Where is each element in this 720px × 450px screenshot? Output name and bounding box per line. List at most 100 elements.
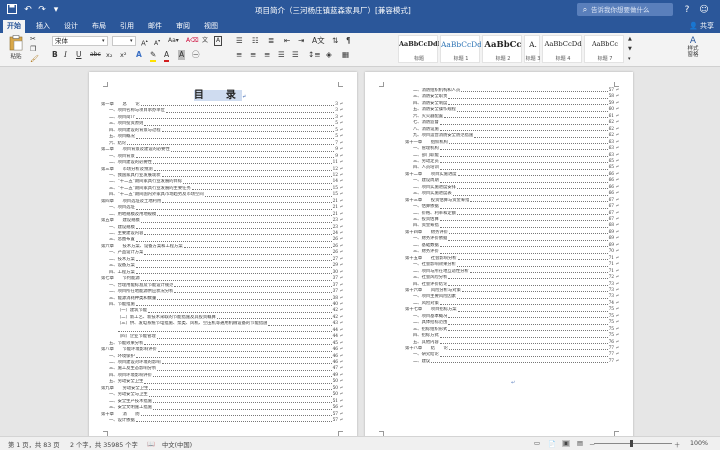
justify-icon[interactable]: ☰ bbox=[278, 50, 285, 60]
toc-entry[interactable]: 二、项目与所在地互适性分析 71 ↵ bbox=[413, 269, 619, 275]
toc-entry[interactable]: 第六章 技术方案、设备方案和工程方案 26 ↵ bbox=[101, 244, 343, 250]
style-heading-2[interactable]: AaBbCc 标题 2 bbox=[482, 35, 522, 63]
redo-icon[interactable]: ↷ bbox=[36, 4, 48, 16]
distributed-icon[interactable]: ☰ bbox=[292, 50, 299, 60]
toc-entry[interactable]: 三、项目投资原则 5 ↵ bbox=[109, 121, 343, 127]
text-effects-icon[interactable]: A bbox=[136, 50, 142, 60]
toc-entry[interactable]: 二、项目简介 3 ↵ bbox=[109, 115, 343, 121]
phonetic-guide-icon[interactable]: 文 bbox=[202, 36, 208, 46]
font-color-icon[interactable]: A bbox=[164, 50, 170, 62]
toc-entry[interactable]: 四、项目建设的背景与过程 5 ↵ bbox=[109, 128, 343, 134]
toc-entry[interactable]: 一、劳动安全与卫生 50 ↵ bbox=[109, 392, 343, 398]
toc-entry[interactable]: 第十四章 财务评价 69 ↵ bbox=[405, 230, 619, 236]
toc-entry[interactable]: 第十五章 社会影响分析 71 ↵ bbox=[405, 256, 619, 262]
toc-entry[interactable]: 二、项目建设对环境的影响 46 ↵ bbox=[109, 360, 343, 366]
copy-icon[interactable]: ❐ bbox=[30, 44, 36, 54]
toc-entry[interactable]: 三、消防安全职责 58 ↵ bbox=[413, 94, 619, 100]
page-2[interactable]: 二、消防组织机构和人员 57 ↵ 三、消防安全职责 58 ↵ 四、消防安全制度 59 ↵ 五… bbox=[365, 72, 633, 436]
word-count[interactable]: 2 个字，共 35985 个字 bbox=[70, 440, 138, 449]
font-dropdown-icon[interactable]: ▾ bbox=[102, 36, 105, 46]
undo-icon[interactable]: ↶ bbox=[22, 4, 34, 16]
toc-entry[interactable]: 二、项目所在地能源供应状况分析 37 ↵ bbox=[109, 289, 343, 295]
style-heading-4[interactable]: AaBbCcDd 标题 4 bbox=[542, 35, 582, 63]
document-area[interactable]: 目 录↵ 第一章 总 论3 ↵ 一、项目名称与项目承办单位 3 ↵ 二、项目简介 3 ↵… bbox=[0, 68, 720, 436]
styles-more-icon[interactable]: ▾ bbox=[628, 54, 631, 64]
toc-entry[interactable]: 二、用地规模及用地规模 21 ↵ bbox=[109, 212, 343, 218]
print-layout-icon[interactable]: ▣ bbox=[562, 440, 570, 447]
align-center-icon[interactable]: ≡ bbox=[250, 50, 256, 60]
tab-design[interactable]: 设计 bbox=[60, 20, 82, 33]
toc-entry[interactable]: 一、财务评价依据 69 ↵ bbox=[413, 236, 619, 242]
zoom-out-icon[interactable]: － bbox=[589, 440, 595, 449]
toc-entry[interactable]: 二、建议 77 ↵ bbox=[413, 359, 619, 365]
shrink-font-icon[interactable]: A▾ bbox=[154, 36, 160, 49]
toc-entry[interactable]: 三、设备方案 29 ↵ bbox=[109, 263, 343, 269]
toc-entry[interactable]: 一、项目基本概况 75 ↵ bbox=[413, 314, 619, 320]
toc-entry[interactable]: 三、“十二五”期间家具行业发展的主要任务 15 ↵ bbox=[109, 186, 343, 192]
toc-entry[interactable]: 四、工程方案 30 ↵ bbox=[109, 270, 343, 276]
toc-entry[interactable]: 五、节能效果分析 45 ↵ bbox=[109, 341, 343, 347]
toc-entry[interactable]: 四、招标方式 75 ↵ bbox=[413, 333, 619, 339]
line-spacing-icon[interactable]: ↕≡ bbox=[308, 50, 321, 60]
toc-entry[interactable]: 四、人员培训 65 ↵ bbox=[413, 165, 619, 171]
page-1[interactable]: 目 录↵ 第一章 总 论 3 ↵ 一、项目名称与项目承办单位 3 ↵ 二、项目简介 3 ↵… bbox=[89, 72, 357, 436]
toc-entry[interactable]: 一、产品设计方案 26 ↵ bbox=[109, 250, 343, 256]
toc-entry[interactable]: 二、具体招标范围 75 ↵ bbox=[413, 320, 619, 326]
toc-entry[interactable]: 一、建设规模 23 ↵ bbox=[109, 225, 343, 231]
toc-entry[interactable]: （四）企业节能管理 44 ↵ bbox=[117, 334, 343, 340]
toc-entry[interactable]: 一、设计依据 57 ↵ bbox=[109, 418, 343, 424]
toc-entry[interactable]: 七、消防监督 62 ↵ bbox=[413, 120, 619, 126]
sort-icon[interactable]: ⇅ bbox=[332, 36, 338, 46]
toc-entry[interactable]: 四、消防安全制度 59 ↵ bbox=[413, 101, 619, 107]
toc-entry[interactable]: 第一章 总 论 3 ↵ bbox=[101, 102, 343, 108]
toc-entry[interactable]: 第十六章 风险分析与对策 73 ↵ bbox=[405, 288, 619, 294]
toc-entry[interactable]: 三、投资估算 67 ↵ bbox=[413, 217, 619, 223]
toc-entry[interactable]: 四、“十二五”期间国内外家具市场趋势及市场空间 15 ↵ bbox=[109, 192, 343, 198]
cut-icon[interactable]: ✂ bbox=[30, 34, 36, 44]
help-icon[interactable]: ? bbox=[681, 4, 693, 16]
shading-icon[interactable]: ◈ bbox=[326, 50, 332, 60]
underline-button[interactable]: U bbox=[76, 50, 82, 60]
numbering-icon[interactable]: ☷ bbox=[252, 36, 259, 46]
toc-entry[interactable]: 五、项目概况 5 ↵ bbox=[109, 134, 343, 140]
superscript-button[interactable]: x² bbox=[120, 50, 126, 60]
char-border-icon[interactable]: A bbox=[214, 36, 223, 46]
toc-entry[interactable]: 一、管理机构 63 ↵ bbox=[413, 146, 619, 152]
proofing-icon[interactable]: 📖 bbox=[147, 440, 155, 448]
page-count[interactable]: 第 1 页，共 83 页 bbox=[8, 440, 60, 449]
zoom-level[interactable]: 100% bbox=[690, 440, 708, 447]
toc-entry[interactable]: 四、项目环境影响评价 49 ↵ bbox=[109, 373, 343, 379]
read-mode-icon[interactable]: 📄 bbox=[548, 440, 556, 448]
search-input[interactable] bbox=[591, 4, 671, 15]
toc-entry[interactable]: 第十二章 项目实施进度 66 ↵ bbox=[405, 172, 619, 178]
toc-entry[interactable]: 三、项目实施进度表 66 ↵ bbox=[413, 191, 619, 197]
toc-entry[interactable]: 三、施工及生态影响分析 47 ↵ bbox=[109, 366, 343, 372]
toc-entry[interactable]: 二、技术方案 27 ↵ bbox=[109, 257, 343, 263]
increase-indent-icon[interactable]: ⇥ bbox=[298, 36, 304, 46]
toc-entry[interactable]: 五、劳动安全卫生 50 ↵ bbox=[109, 379, 343, 385]
toc-entry[interactable]: 一、我国家具行业发展现状 12 ↵ bbox=[109, 173, 343, 179]
toc-entry[interactable]: 第二章 项目背景及建设的必要性 9 ↵ bbox=[101, 147, 343, 153]
decrease-indent-icon[interactable]: ⇤ bbox=[284, 36, 290, 46]
toc-entry[interactable]: 四、节能措施 40 ↵ bbox=[109, 302, 343, 308]
toc-entry[interactable]: 一、项目主要风险因素 73 ↵ bbox=[413, 294, 619, 300]
toc-entry[interactable]: 第十章 消 防 57 ↵ bbox=[101, 412, 343, 418]
toc-entry[interactable]: 三、招标组织形式 75 ↵ bbox=[413, 327, 619, 333]
save-icon[interactable] bbox=[6, 4, 18, 16]
toc-entry[interactable]: 三、财务评价 70 ↵ bbox=[413, 249, 619, 255]
toc-entry[interactable]: （三）供、发电系统节电措施、泵类、风机、空压机等通用机械设备的节能措施 43 ↵ bbox=[117, 321, 343, 327]
align-right-icon[interactable]: ≡ bbox=[264, 50, 270, 60]
toc-entry[interactable]: 五、消防安全操作规程 60 ↵ bbox=[413, 107, 619, 113]
toc-entry[interactable]: 第八章 节能环境影响评价 46 ↵ bbox=[101, 347, 343, 353]
toc-entry[interactable]: 二、项目建设的必要性 11 ↵ bbox=[109, 160, 343, 166]
style-heading-1[interactable]: AaBbCcDd 标题 1 bbox=[440, 35, 481, 63]
zoom-thumb[interactable] bbox=[630, 440, 633, 447]
tab-view[interactable]: 视图 bbox=[200, 20, 222, 33]
styles-scroll-up-icon[interactable]: ▲ bbox=[628, 34, 632, 44]
focus-icon[interactable]: ▭ bbox=[534, 440, 540, 447]
toc-entry[interactable]: 一、合理用能标准及节能设计规范 37 ↵ bbox=[109, 283, 343, 289]
tab-review[interactable]: 审阅 bbox=[172, 20, 194, 33]
tab-references[interactable]: 引用 bbox=[116, 20, 138, 33]
clear-format-icon[interactable]: A⌫ bbox=[186, 36, 199, 46]
toc-entry[interactable]: 第五章 建设规模 23 ↵ bbox=[101, 218, 343, 224]
